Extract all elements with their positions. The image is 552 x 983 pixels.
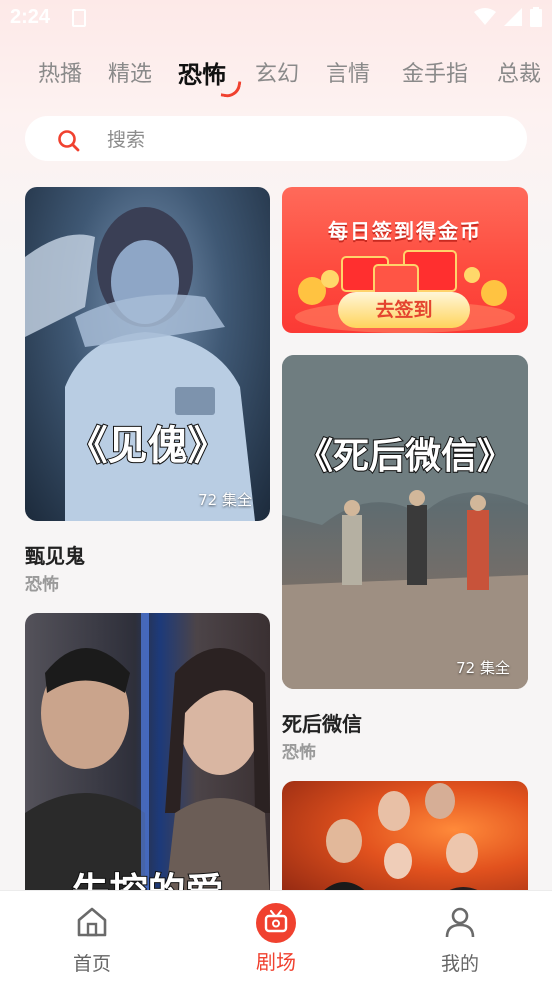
episode-count: 72 集全	[456, 659, 510, 677]
tab-horror[interactable]: 恐怖	[178, 55, 226, 90]
search-bar[interactable]: 搜索	[25, 116, 527, 161]
nav-label-profile: 我的	[440, 953, 479, 975]
poster-figure	[282, 355, 528, 689]
checkin-button[interactable]: 去签到	[338, 292, 470, 328]
notification-icon	[72, 9, 86, 27]
category-tabs: 热播 精选 恐怖 玄幻 言情 金手指 总裁	[0, 50, 552, 100]
signal-icon	[504, 8, 522, 26]
poster-title: 《见傀》	[67, 422, 229, 470]
nav-label-theater: 剧场	[256, 950, 296, 974]
banner-title: 每日签到得金币	[328, 219, 482, 243]
search-placeholder: 搜索	[107, 129, 146, 151]
tab-romance[interactable]: 言情	[326, 56, 370, 88]
tab-golden-finger[interactable]: 金手指	[402, 56, 468, 88]
poster-title: 《死后微信》	[296, 435, 514, 478]
drama-thumbnail[interactable]: 《见傀》 72 集全	[25, 187, 270, 521]
drama-name[interactable]: 甄见鬼	[25, 540, 85, 569]
battery-icon	[530, 7, 542, 27]
drama-thumbnail[interactable]: 《死后微信》 72 集全	[282, 355, 528, 689]
drama-thumbnail[interactable]	[282, 781, 528, 903]
poster-figure	[25, 613, 270, 903]
tab-hot[interactable]: 热播	[38, 56, 82, 88]
nav-label-home: 首页	[72, 953, 111, 975]
nav-item-profile[interactable]: 我的	[400, 891, 520, 983]
tab-fantasy[interactable]: 玄幻	[255, 56, 299, 88]
bottom-navigation: 首页 剧场 我的	[0, 890, 552, 983]
tab-featured[interactable]: 精选	[108, 56, 152, 88]
drama-thumbnail[interactable]: 失控的爱	[25, 613, 270, 903]
profile-icon	[445, 907, 475, 938]
nav-item-theater[interactable]: 剧场	[216, 891, 336, 983]
nav-item-home[interactable]: 首页	[32, 891, 152, 983]
theater-icon	[256, 903, 296, 943]
episode-count: 72 集全	[198, 491, 252, 509]
search-icon	[58, 130, 80, 152]
drama-genre: 恐怖	[25, 575, 59, 595]
drama-genre: 恐怖	[282, 743, 316, 763]
home-icon	[77, 907, 107, 937]
status-bar: 2:24	[0, 0, 552, 40]
status-time: 2:24	[10, 6, 51, 28]
tab-ceo[interactable]: 总裁	[497, 56, 541, 88]
drama-name[interactable]: 死后微信	[282, 708, 362, 737]
wifi-icon	[474, 8, 496, 25]
poster-figure	[312, 783, 497, 903]
